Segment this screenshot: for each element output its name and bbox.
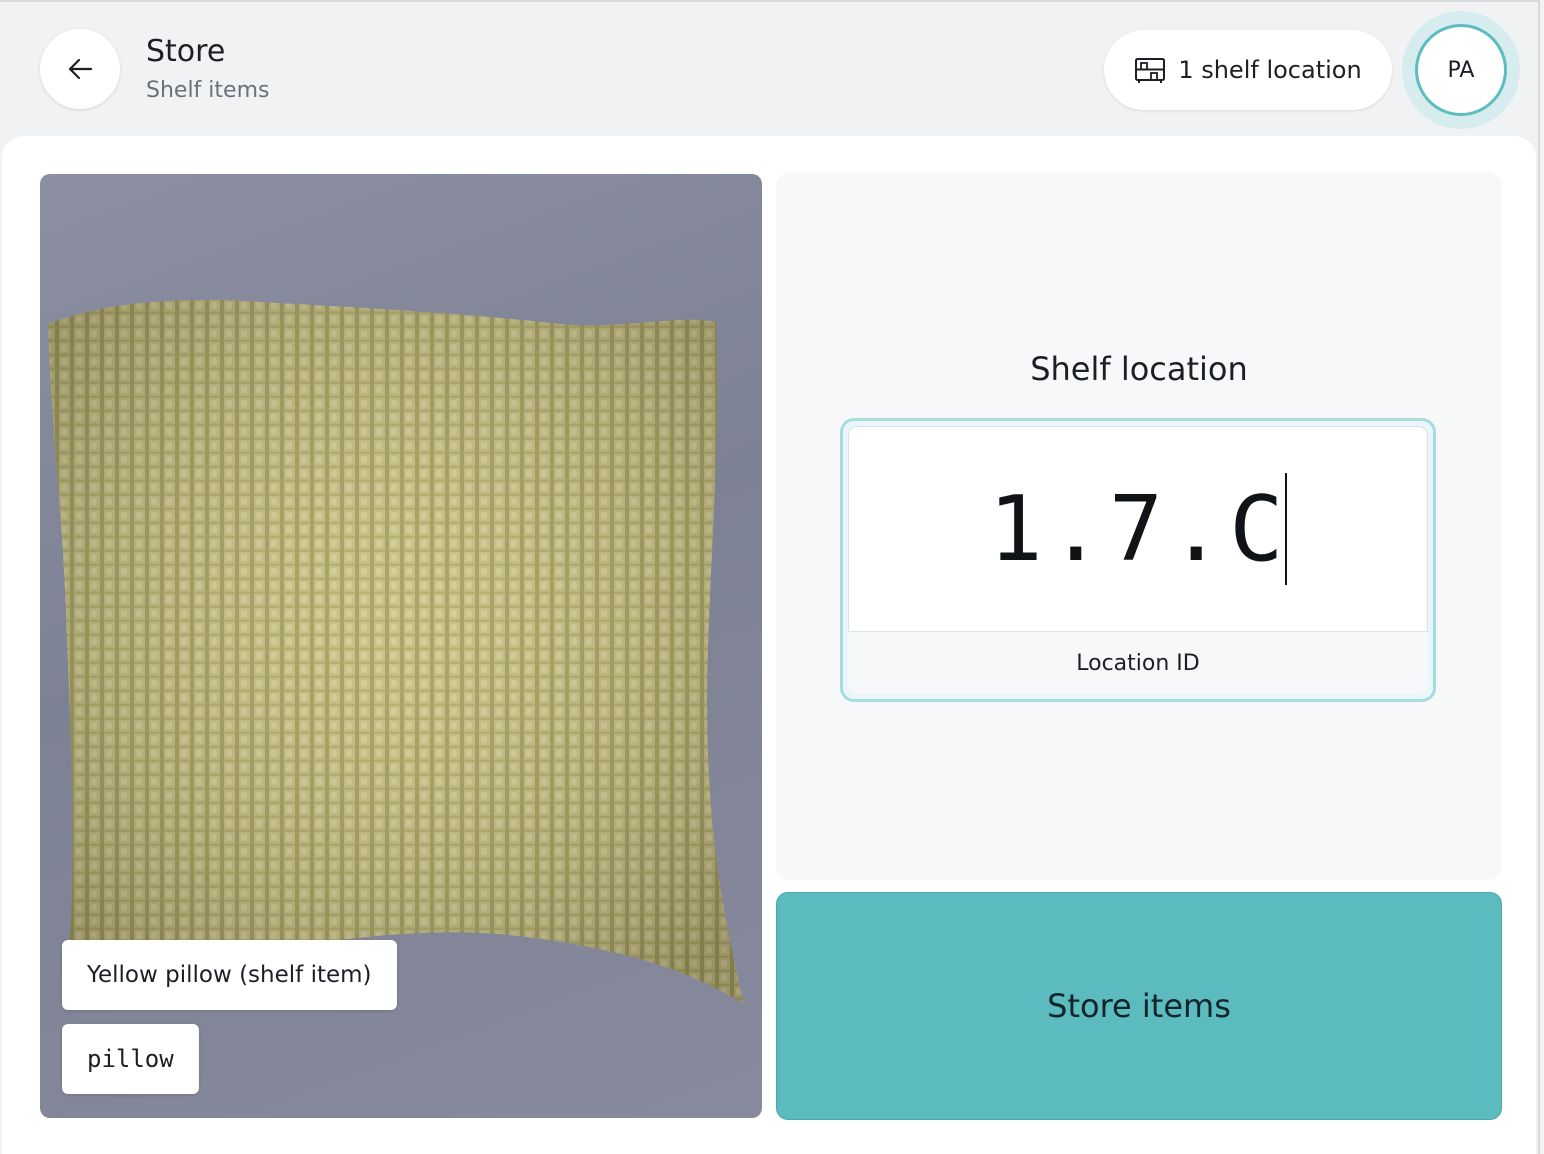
location-id-input[interactable]: 1.7.C (848, 426, 1428, 632)
page-title: Store (146, 34, 226, 69)
location-id-input-box[interactable]: 1.7.C Location ID (848, 426, 1428, 694)
location-id-caption: Location ID (848, 631, 1428, 694)
location-id-field[interactable]: 1.7.C Location ID (840, 418, 1436, 702)
item-code-tag: pillow (62, 1024, 199, 1094)
avatar[interactable]: PA (1415, 24, 1507, 116)
main-panel: Yellow pillow (shelf item) pillow Shelf … (2, 136, 1536, 1154)
page-header: Store Shelf items (146, 32, 269, 106)
arrow-left-icon (68, 58, 93, 80)
item-photo: Yellow pillow (shelf item) pillow (40, 174, 762, 1118)
store-items-button[interactable]: Store items (776, 892, 1502, 1120)
back-button[interactable] (40, 29, 120, 109)
page-subtitle: Shelf items (146, 78, 270, 103)
item-label-tag: Yellow pillow (shelf item) (62, 940, 397, 1010)
text-caret (1285, 473, 1288, 585)
app-window: Store Shelf items 1 shelf location PA Ye… (0, 0, 1540, 1154)
shelf-location-heading: Shelf location (1030, 350, 1248, 388)
shelf-icon (1135, 58, 1166, 83)
location-id-value: 1.7.C (988, 476, 1290, 582)
shelf-location-count-label: 1 shelf location (1178, 56, 1362, 84)
avatar-focus-ring: PA (1402, 11, 1520, 129)
shelf-location-count-button[interactable]: 1 shelf location (1104, 30, 1392, 110)
shelf-location-panel: Shelf location 1.7.C Location ID (776, 172, 1502, 880)
